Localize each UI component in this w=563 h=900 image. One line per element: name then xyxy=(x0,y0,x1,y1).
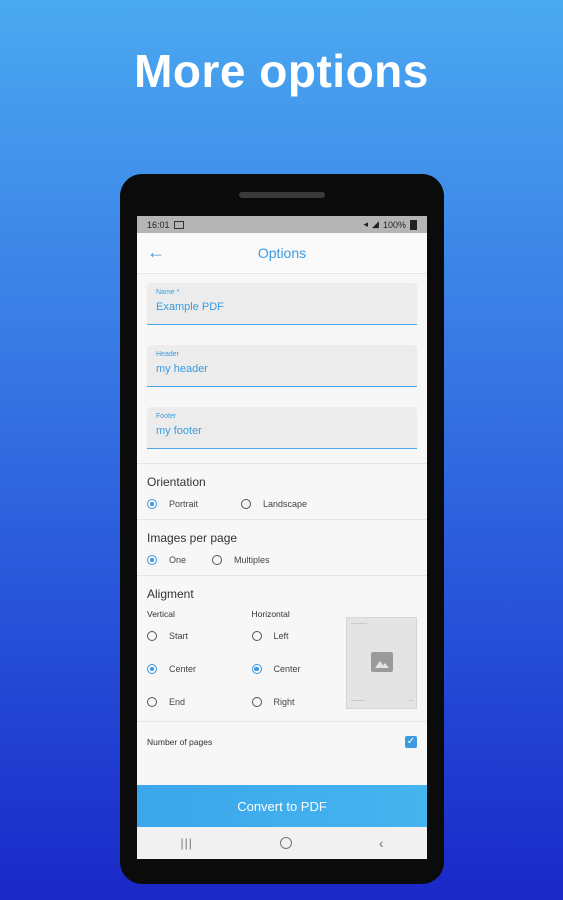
radio-selected-icon[interactable] xyxy=(147,555,157,565)
header-field-label: Header xyxy=(156,351,179,358)
gallery-icon xyxy=(173,220,184,229)
images-per-page-title: Images per page xyxy=(147,531,238,545)
radio-multiples[interactable]: Multiples xyxy=(212,555,270,565)
radio-one[interactable]: One xyxy=(147,555,212,565)
vertical-alignment: Vertical Start Center End xyxy=(147,609,252,709)
preview-page-number xyxy=(409,700,413,701)
header-field[interactable]: Header my header xyxy=(147,345,417,387)
battery-icon xyxy=(410,219,417,230)
radio-selected-icon[interactable] xyxy=(147,664,157,674)
radio-unselected-icon[interactable] xyxy=(212,555,222,565)
radio-vertical-start[interactable]: Start xyxy=(147,631,252,641)
headline: More options xyxy=(134,45,429,97)
name-field-value[interactable]: Example PDF xyxy=(156,301,408,313)
horizontal-title: Horizontal xyxy=(251,609,290,619)
text-fields: Name * Example PDF Header my header Foot… xyxy=(137,283,427,464)
footer-field-label: Footer xyxy=(156,413,177,420)
radio-portrait-label: Portrait xyxy=(169,499,199,509)
footer-field-value[interactable]: my footer xyxy=(156,425,408,437)
horizontal-alignment: Horizontal Left Center Right xyxy=(251,609,357,709)
radio-landscape[interactable]: Landscape xyxy=(241,499,307,509)
radio-unselected-icon[interactable] xyxy=(251,631,262,641)
radio-selected-icon[interactable] xyxy=(251,664,262,674)
radio-horizontal-left[interactable]: Left xyxy=(251,631,357,641)
number-of-pages-row[interactable]: Number of pages ✓ xyxy=(137,722,427,762)
radio-unselected-icon[interactable] xyxy=(147,631,157,641)
mute-icon: ◂ xyxy=(363,219,369,229)
radio-end-label: End xyxy=(169,697,186,707)
radio-center-label: Center xyxy=(273,664,301,674)
back-icon[interactable]: ‹ xyxy=(379,835,384,851)
preview-header-line xyxy=(351,623,367,624)
preview-footer-line xyxy=(351,700,365,701)
vertical-title: Vertical xyxy=(147,609,175,619)
name-field[interactable]: Name * Example PDF xyxy=(147,283,417,325)
radio-vertical-end[interactable]: End xyxy=(147,697,252,707)
status-bar: 16:01 ◂ ◢ 100% xyxy=(137,216,427,233)
page-preview xyxy=(346,617,417,709)
radio-horizontal-right[interactable]: Right xyxy=(251,697,357,707)
radio-left-label: Left xyxy=(273,631,289,641)
orientation-title: Orientation xyxy=(147,475,206,489)
radio-selected-icon[interactable] xyxy=(147,499,157,509)
radio-portrait[interactable]: Portrait xyxy=(147,499,241,509)
home-icon[interactable] xyxy=(279,837,292,849)
radio-multiples-label: Multiples xyxy=(234,555,270,565)
radio-landscape-label: Landscape xyxy=(263,499,308,509)
system-nav-bar: ||| ‹ xyxy=(137,827,427,859)
convert-to-pdf-button[interactable]: Convert to PDF xyxy=(137,785,427,827)
app-bar: ← Options xyxy=(137,233,427,274)
phone-screen: 16:01 ◂ ◢ 100% ← Options Name * Example … xyxy=(137,216,427,859)
radio-unselected-icon[interactable] xyxy=(251,697,262,707)
signal-icon: ◢ xyxy=(372,219,379,229)
radio-start-label: Start xyxy=(169,631,189,641)
alignment-title: Aligment xyxy=(147,587,194,601)
battery-percent: 100% xyxy=(382,219,406,230)
images-per-page-section: Images per page One Multiples xyxy=(137,520,427,576)
radio-unselected-icon[interactable] xyxy=(147,697,157,707)
app-bar-title: Options xyxy=(257,245,307,261)
radio-unselected-icon[interactable] xyxy=(241,499,251,509)
recents-icon[interactable]: ||| xyxy=(180,836,192,850)
radio-one-label: One xyxy=(169,555,187,565)
number-of-pages-label: Number of pages xyxy=(147,737,213,747)
status-time: 16:01 xyxy=(147,219,170,230)
footer-field[interactable]: Footer my footer xyxy=(147,407,417,449)
name-field-label: Name * xyxy=(156,289,180,296)
header-field-value[interactable]: my header xyxy=(156,363,408,375)
radio-right-label: Right xyxy=(273,697,295,707)
alignment-section: Aligment Vertical Start Center End Horiz… xyxy=(137,576,427,722)
radio-center-label: Center xyxy=(169,664,197,674)
back-arrow-icon[interactable]: ← xyxy=(147,241,165,263)
phone-frame: 16:01 ◂ ◢ 100% ← Options Name * Example … xyxy=(120,174,444,884)
radio-vertical-center[interactable]: Center xyxy=(147,664,252,674)
phone-speaker xyxy=(239,192,325,198)
orientation-section: Orientation Portrait Landscape xyxy=(137,464,427,520)
radio-horizontal-center[interactable]: Center xyxy=(251,664,357,674)
checkbox-checked-icon[interactable]: ✓ xyxy=(405,736,417,748)
image-placeholder-icon xyxy=(371,652,393,672)
